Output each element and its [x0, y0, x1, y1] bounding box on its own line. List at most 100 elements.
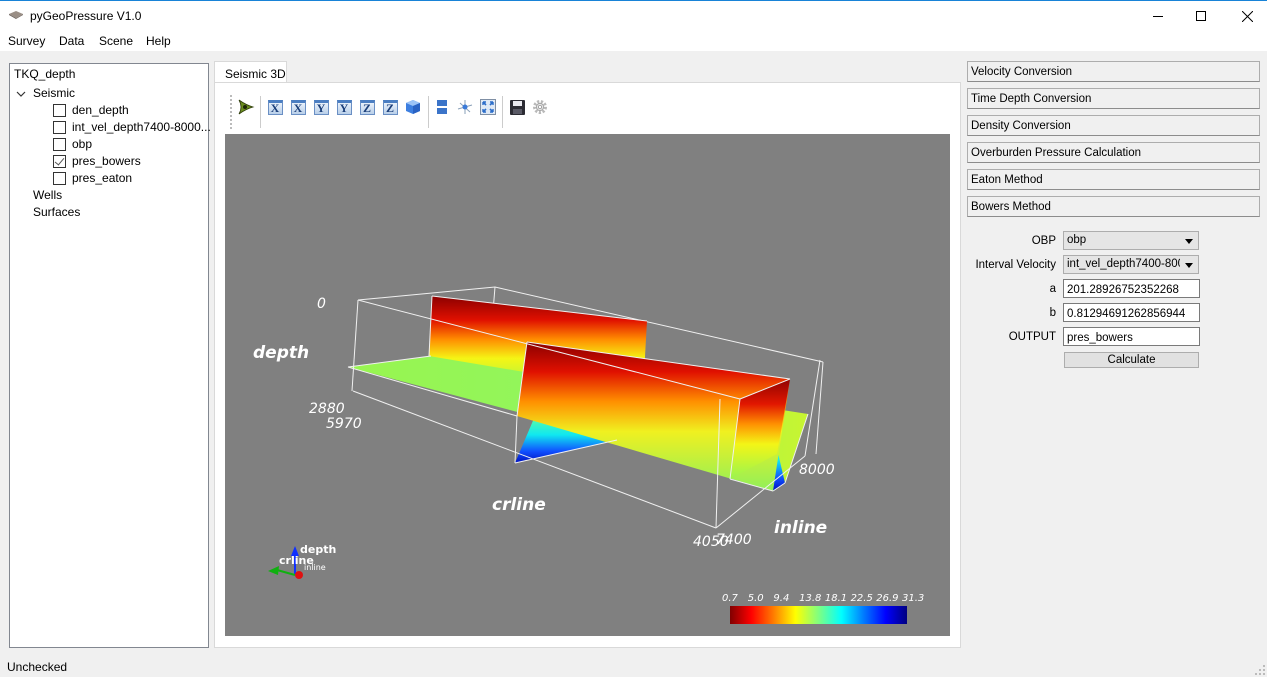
crline-axis-label: crline: [492, 495, 546, 515]
checkbox[interactable]: [53, 138, 66, 151]
tab-seismic-3d[interactable]: Seismic 3D: [214, 61, 287, 83]
scene-3d-canvas[interactable]: 0 depth 2880 5970 crline 4050 7400 8000 …: [225, 134, 950, 636]
inline-tick-7400: 7400: [716, 532, 752, 548]
tree-item-pres-bowers[interactable]: pres_bowers: [53, 153, 203, 170]
colorbar-tick-label: 9.4: [773, 593, 789, 604]
tree-item-label: pres_bowers: [72, 154, 141, 168]
depth-tick-2880: 2880: [309, 401, 345, 417]
colorbar-tick-label: 26.9: [876, 593, 898, 604]
status-text: Unchecked: [7, 660, 68, 674]
mayavi-logo-icon: [238, 99, 255, 115]
tree-item-label: pres_eaton: [72, 171, 133, 185]
checkbox[interactable]: [53, 172, 66, 185]
colorbar: 0.7 5.0 9.4 13.8 18.1 22.5 26.9 31.3: [722, 593, 924, 624]
parallel-projection-icon: [437, 100, 447, 114]
tree-item-surfaces[interactable]: Surfaces: [33, 204, 80, 221]
resize-grip-icon[interactable]: [1255, 665, 1265, 675]
save-button[interactable]: [507, 97, 527, 117]
menu-help[interactable]: Help: [146, 34, 171, 48]
depth-axis-label: depth: [253, 343, 309, 363]
inline-tick-8000: 8000: [799, 462, 835, 478]
obp-select-value: obp: [1067, 234, 1087, 246]
inline-arrow-icon: [295, 571, 303, 579]
colorbar-tick-label: 5.0: [748, 593, 764, 604]
eaton-method-button[interactable]: Eaton Method: [967, 169, 1260, 190]
output-label: OUTPUT: [1008, 331, 1056, 343]
close-button[interactable]: [1224, 1, 1267, 31]
overburden-pressure-button[interactable]: Overburden Pressure Calculation: [967, 142, 1260, 163]
isometric-view-button[interactable]: [403, 97, 423, 117]
checkbox-checked[interactable]: [53, 155, 66, 168]
tree-item-den-depth[interactable]: den_depth: [53, 102, 203, 119]
gear-icon: [533, 100, 547, 114]
isometric-view-icon: [406, 100, 420, 114]
survey-tree: TKQ_depth Seismic den_depth int_vel_dept…: [9, 63, 211, 648]
tree-item-pres-eaton[interactable]: pres_eaton: [53, 170, 203, 187]
view-z-minus-button[interactable]: Z: [380, 97, 400, 117]
chevron-down-icon[interactable]: [16, 90, 26, 98]
minimize-button[interactable]: [1135, 1, 1181, 31]
obp-label: OBP: [1031, 235, 1056, 247]
b-input[interactable]: [1063, 303, 1200, 322]
view-x-minus-button[interactable]: X: [288, 97, 308, 117]
depth-tick-0: 0: [317, 296, 326, 312]
colorbar-tick-label: 18.1: [825, 593, 847, 604]
inline-axis-label: inline: [774, 518, 827, 538]
colorbar-gradient: [730, 606, 907, 624]
maximize-button[interactable]: [1178, 1, 1224, 31]
tree-root[interactable]: TKQ_depth: [14, 66, 75, 83]
tree-item-int-vel-depth[interactable]: int_vel_depth7400-8000...: [53, 119, 211, 136]
checkbox[interactable]: [53, 104, 66, 117]
close-icon: [1241, 10, 1253, 22]
toolbar-separator: [502, 96, 503, 128]
menu-data[interactable]: Data: [59, 34, 84, 48]
tree-item-obp[interactable]: obp: [53, 136, 203, 153]
title-bar: pyGeoPressure V1.0: [0, 0, 1267, 31]
toggle-axes-icon: [457, 100, 473, 114]
checkbox[interactable]: [53, 121, 66, 134]
view-y-plus-button[interactable]: Y: [311, 97, 331, 117]
view-y-minus-button[interactable]: Y: [334, 97, 354, 117]
orientation-inline-label: inline: [304, 563, 326, 572]
full-screen-button[interactable]: [478, 97, 498, 117]
interval-velocity-select-value: int_vel_depth7400-8000: [1067, 258, 1191, 270]
menu-bar: Survey Data Scene Help: [0, 31, 1267, 51]
colorbar-tick-label: 13.8: [799, 593, 821, 604]
mayavi-button[interactable]: [236, 97, 256, 117]
tree-item-label: Seismic: [33, 86, 76, 100]
tree-item-wells[interactable]: Wells: [33, 187, 62, 204]
view-z-plus-button[interactable]: Z: [357, 97, 377, 117]
obp-select[interactable]: obp: [1063, 231, 1199, 250]
output-input[interactable]: [1063, 327, 1200, 346]
app-icon: [9, 11, 23, 19]
interval-velocity-select[interactable]: int_vel_depth7400-8000: [1063, 255, 1199, 274]
full-screen-icon: [480, 99, 496, 115]
toolbar-separator: [260, 96, 261, 128]
view-x-plus-button[interactable]: X: [265, 97, 285, 117]
crline-arrow-icon: [268, 566, 279, 575]
scene-3d-viewport[interactable]: 0 depth 2880 5970 crline 4050 7400 8000 …: [225, 134, 950, 636]
a-label: a: [1049, 283, 1056, 295]
calculate-button[interactable]: Calculate: [1064, 352, 1199, 368]
maximize-icon: [1196, 11, 1206, 21]
view-x-minus-icon: X: [290, 99, 306, 115]
bowers-method-button[interactable]: Bowers Method: [967, 196, 1260, 217]
a-input[interactable]: [1063, 279, 1200, 298]
density-conversion-button[interactable]: Density Conversion: [967, 115, 1260, 136]
menu-scene[interactable]: Scene: [99, 34, 133, 48]
time-depth-conversion-button[interactable]: Time Depth Conversion: [967, 88, 1260, 109]
toggle-axes-button[interactable]: [455, 97, 475, 117]
window-title: pyGeoPressure V1.0: [30, 9, 142, 23]
view-x-plus-icon: X: [267, 99, 283, 115]
toolbar-grip[interactable]: [230, 95, 232, 129]
tree-item-label: obp: [72, 137, 93, 151]
configure-button[interactable]: [530, 97, 550, 117]
parallel-projection-button[interactable]: [432, 97, 452, 117]
tree-item-label: den_depth: [72, 103, 129, 117]
menu-survey[interactable]: Survey: [8, 34, 45, 48]
tree-item-label: int_vel_depth7400-8000...: [72, 120, 211, 134]
crline-tick-5970: 5970: [326, 416, 362, 432]
chevron-down-icon: [1185, 263, 1193, 268]
minimize-icon: [1153, 15, 1163, 17]
velocity-conversion-button[interactable]: Velocity Conversion: [967, 61, 1260, 82]
